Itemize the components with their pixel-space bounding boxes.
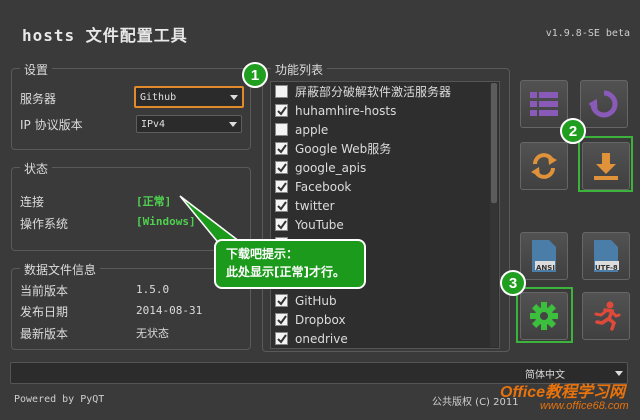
function-list-item[interactable]: YouTube — [271, 215, 499, 234]
highlight-settings — [516, 287, 573, 343]
watermark-logo: Office教程学习网 — [500, 384, 626, 401]
refresh-button[interactable] — [520, 142, 568, 190]
checkbox-checked[interactable] — [275, 161, 288, 174]
function-list-item[interactable]: Google Web服务 — [271, 139, 499, 158]
refresh-icon — [531, 153, 557, 179]
function-list-item[interactable]: 屏蔽部分破解软件激活服务器 — [271, 82, 499, 101]
release-date-value: 2014-08-31 — [136, 304, 203, 317]
settings-group-title: 设置 — [20, 61, 53, 78]
checkbox-checked[interactable] — [275, 332, 288, 345]
tooltip-line1: 下载吧提示： — [226, 247, 299, 261]
status-group-title: 状态 — [20, 160, 53, 177]
checkbox-unchecked[interactable] — [275, 85, 288, 98]
ip-version-label: IP 协议版本 — [20, 118, 83, 132]
function-label: Google Web服务 — [295, 142, 392, 156]
server-label: 服务器 — [20, 92, 57, 106]
checkbox-checked[interactable] — [275, 218, 288, 231]
step-badge-2: 2 — [560, 118, 586, 144]
ip-version-select[interactable]: IPv4 — [136, 115, 242, 133]
status-group: 状态 — [11, 160, 251, 251]
function-label: YouTube — [295, 217, 344, 232]
step-badge-1: 1 — [242, 62, 268, 88]
checkbox-checked[interactable] — [275, 294, 288, 307]
highlight-download — [578, 136, 633, 192]
connection-label: 连接 — [20, 195, 45, 209]
function-list-item[interactable]: onedrive — [271, 329, 499, 348]
chevron-down-icon — [230, 94, 238, 100]
function-label: 屏蔽部分破解软件激活服务器 — [295, 85, 452, 99]
watermark-url: www.office68.com — [540, 400, 629, 412]
current-version-value: 1.5.0 — [136, 283, 170, 296]
restore-button[interactable] — [580, 80, 628, 128]
function-list-item[interactable]: Facebook — [271, 177, 499, 196]
function-label: twitter — [295, 198, 335, 213]
function-list-item[interactable]: twitter — [271, 196, 499, 215]
function-list[interactable]: 屏蔽部分破解软件激活服务器 huhamhire-hosts apple Google … — [270, 81, 500, 349]
tooltip-line2: 此处显示[正常]才行。 — [226, 265, 345, 279]
latest-version-label: 最新版本 — [20, 327, 69, 341]
running-man-icon — [594, 301, 621, 331]
function-label: huhamhire-hosts — [295, 103, 397, 118]
undo-icon — [589, 90, 618, 118]
checkbox-unchecked[interactable] — [275, 123, 288, 136]
list-icon — [530, 92, 558, 116]
ansi-button[interactable]: ANSI — [520, 232, 568, 280]
function-label: apple — [295, 122, 329, 137]
step-badge-3: 3 — [500, 270, 526, 296]
server-select-value: Github — [140, 91, 177, 103]
function-list-item[interactable]: google_apis — [271, 158, 499, 177]
current-version-label: 当前版本 — [20, 284, 69, 298]
list-view-button[interactable] — [520, 80, 568, 128]
function-label: Dropbox — [295, 312, 346, 327]
app-version: v1.9.8-SE beta — [545, 28, 630, 39]
function-list-item[interactable]: huhamhire-hosts — [271, 101, 499, 120]
ansi-label: ANSI — [536, 264, 555, 272]
app-title: hosts 文件配置工具 — [22, 26, 188, 45]
ip-version-select-value: IPv4 — [141, 118, 166, 130]
function-list-item[interactable]: Dropbox — [271, 310, 499, 329]
latest-version-value: 无状态 — [136, 327, 169, 340]
function-list-item[interactable]: apple — [271, 120, 499, 139]
scrollbar-thumb[interactable] — [491, 83, 497, 203]
os-status: [Windows] — [136, 215, 196, 228]
function-label: Facebook — [295, 179, 352, 194]
checkbox-checked[interactable] — [275, 180, 288, 193]
checkbox-checked[interactable] — [275, 104, 288, 117]
function-list-scrollbar[interactable] — [490, 83, 498, 347]
utf8-label: UTF-8 — [595, 264, 618, 272]
checkbox-checked[interactable] — [275, 199, 288, 212]
datafile-group-title: 数据文件信息 — [20, 261, 101, 278]
function-label: onedrive — [295, 331, 348, 346]
release-date-label: 发布日期 — [20, 305, 69, 319]
chevron-down-icon — [229, 121, 237, 127]
tooltip-callout: 下载吧提示： 此处显示[正常]才行。 — [214, 239, 366, 289]
functions-group-title: 功能列表 — [271, 61, 328, 78]
settings-group: 设置 — [11, 61, 251, 150]
checkbox-checked[interactable] — [275, 313, 288, 326]
powered-by: Powered by PyQT — [14, 394, 105, 405]
function-label: GitHub — [295, 293, 337, 308]
os-label: 操作系统 — [20, 217, 69, 231]
server-select[interactable]: Github — [134, 86, 244, 108]
connection-status: [正常] — [136, 195, 172, 208]
utf8-button[interactable]: UTF-8 — [582, 232, 630, 280]
function-list-item[interactable]: GitHub — [271, 291, 499, 310]
chevron-down-icon — [615, 370, 623, 376]
exit-button[interactable] — [582, 292, 630, 340]
checkbox-checked[interactable] — [275, 142, 288, 155]
function-label: google_apis — [295, 160, 367, 175]
